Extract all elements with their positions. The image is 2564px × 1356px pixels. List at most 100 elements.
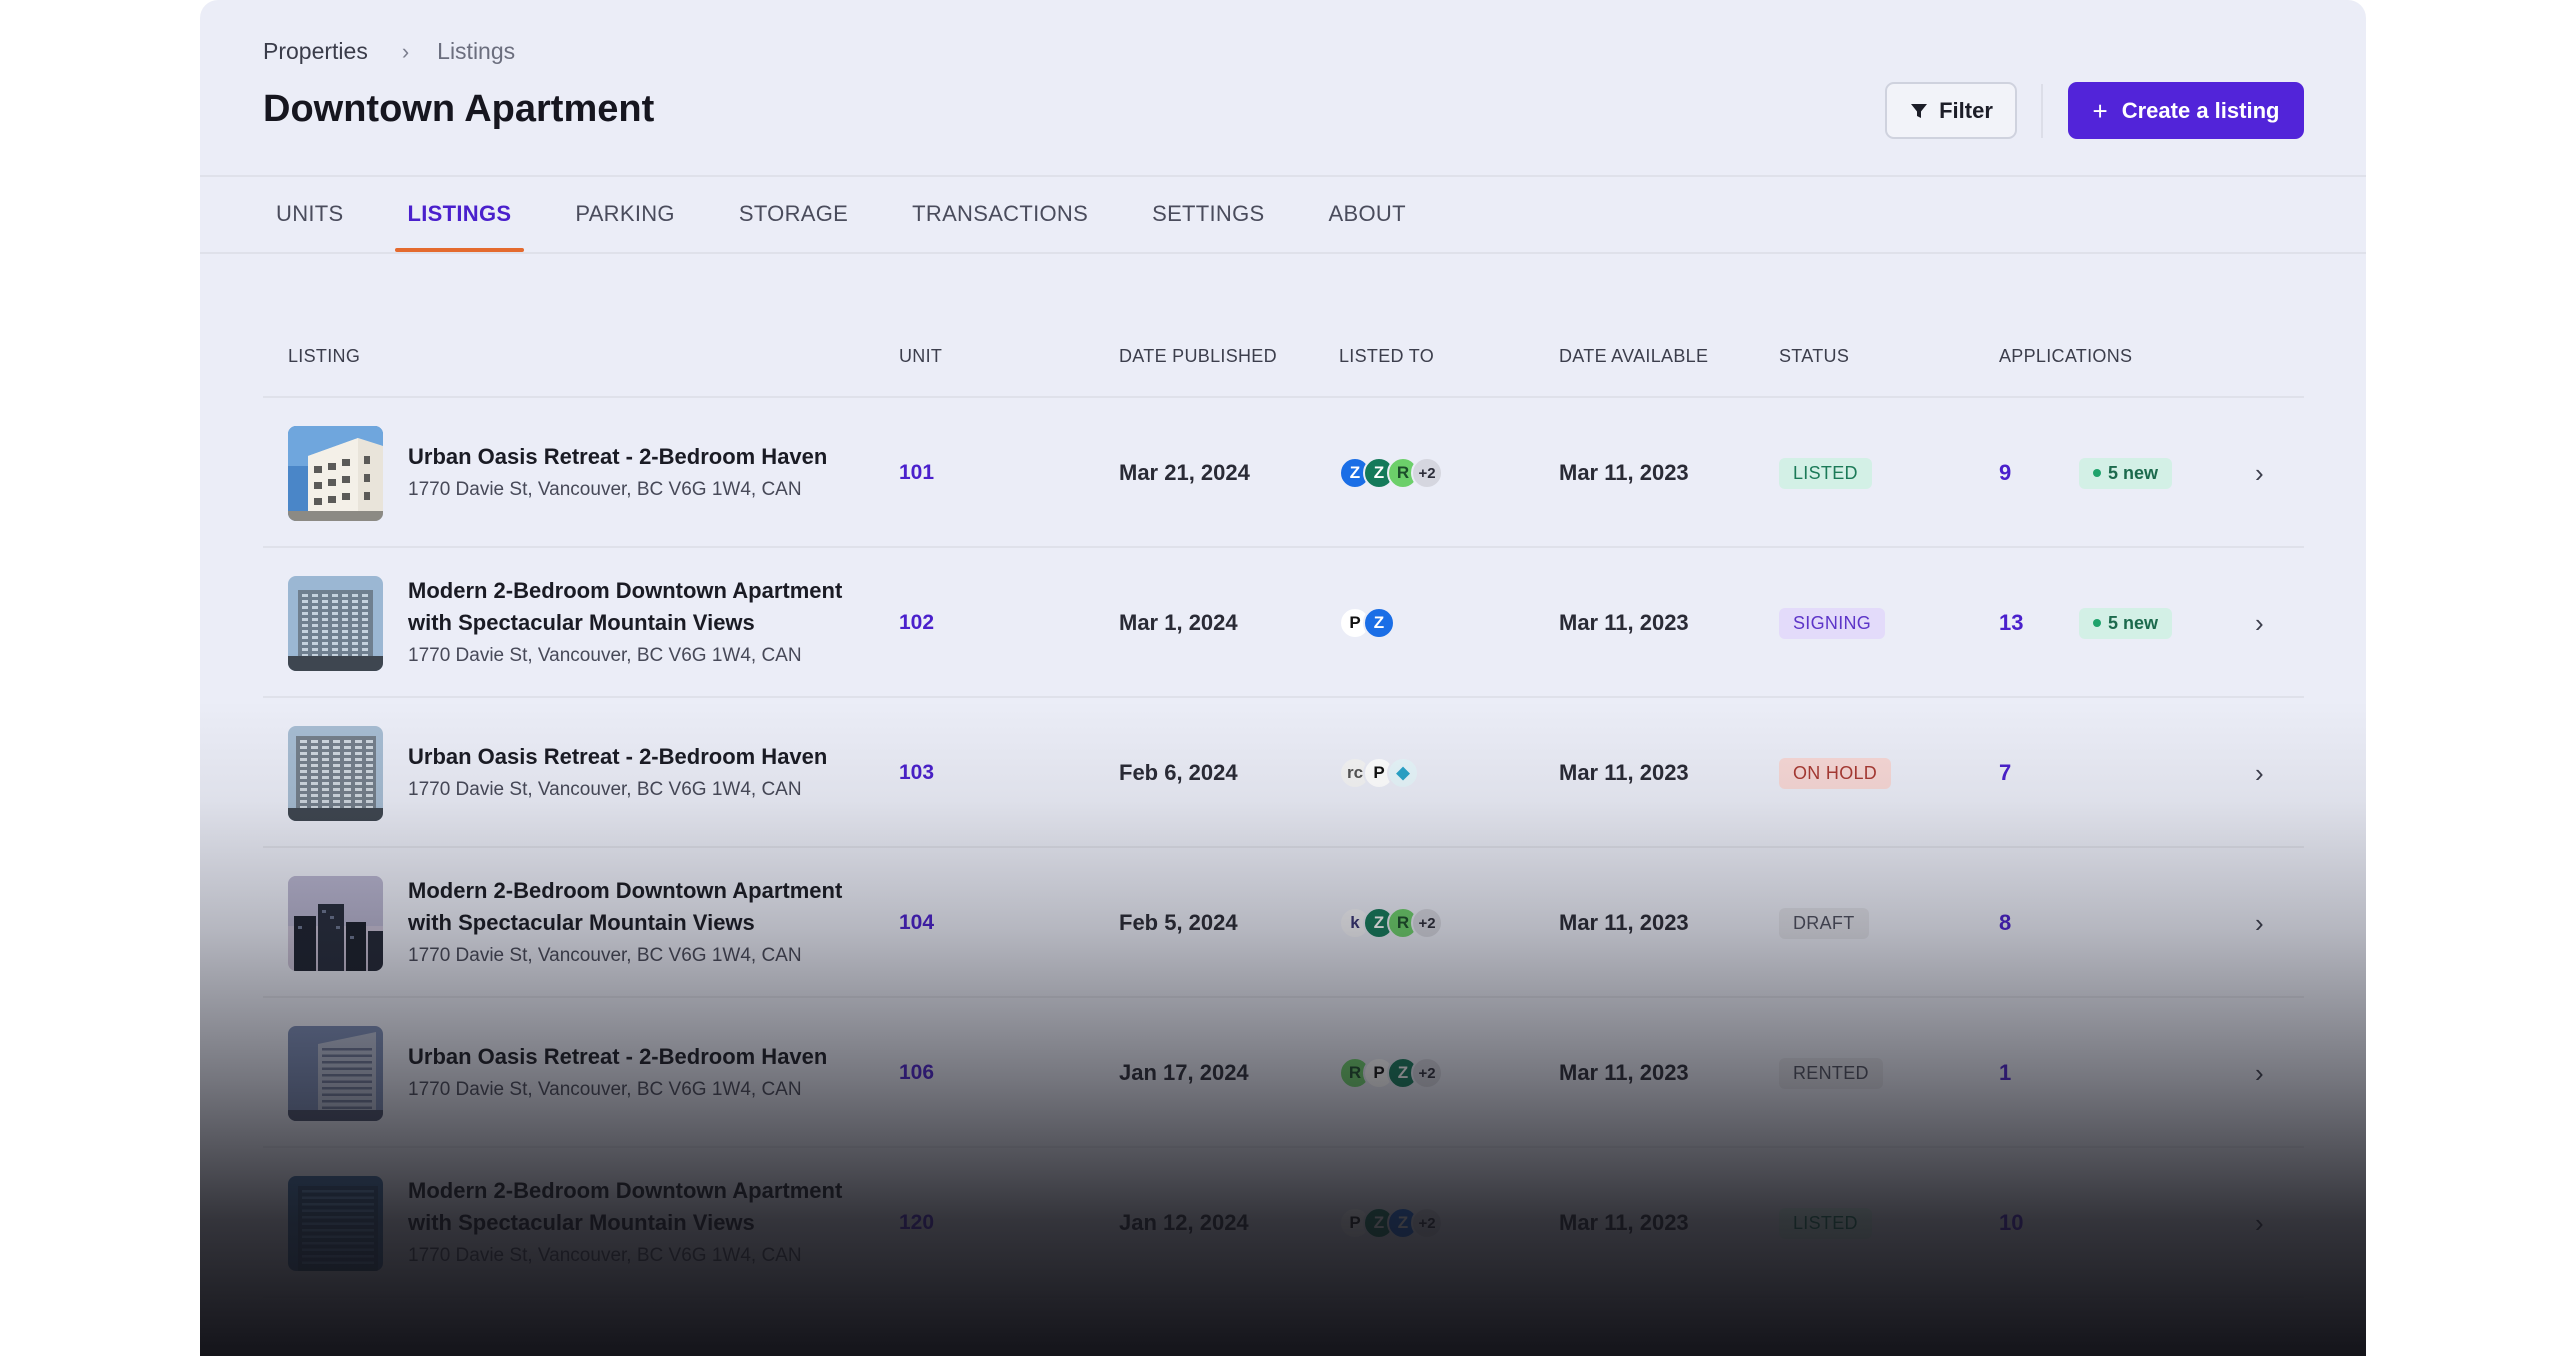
new-applications-badge: 5 new [2079,457,2173,489]
table-row[interactable]: Modern 2-Bedroom Downtown Apartment with… [263,848,2304,998]
tab-settings[interactable]: SETTINGS [1139,176,1277,252]
tab-parking[interactable]: PARKING [562,176,688,252]
column-header-status: STATUS [1779,346,1850,366]
tab-transactions[interactable]: TRANSACTIONS [899,176,1101,252]
date-available: Mar 11, 2023 [1559,460,1689,485]
breadcrumb: Properties › Listings [263,38,515,65]
filter-icon [1911,103,1928,118]
table-row[interactable]: Urban Oasis Retreat - 2-Bedroom Haven 17… [263,998,2304,1148]
tab-about[interactable]: ABOUT [1316,176,1419,252]
date-available: Mar 11, 2023 [1559,760,1689,785]
date-available: Mar 11, 2023 [1559,610,1689,635]
unit-number[interactable]: 101 [899,398,934,548]
table-row[interactable]: Modern 2-Bedroom Downtown Apartment with… [263,1148,2304,1298]
listing-address: 1770 Davie St, Vancouver, BC V6G 1W4, CA… [408,479,802,500]
filter-button[interactable]: Filter [1885,82,2017,139]
new-applications-label: 5 new [2108,462,2159,483]
more-platforms-count: +2 [1411,1207,1443,1239]
listing-address: 1770 Davie St, Vancouver, BC V6G 1W4, CA… [408,645,802,666]
column-header-unit: UNIT [899,346,943,366]
date-available: Mar 11, 2023 [1559,1060,1689,1085]
applications-count[interactable]: 7 [1999,698,2011,848]
table-row[interactable]: Urban Oasis Retreat - 2-Bedroom Haven 17… [263,398,2304,548]
more-platforms-count: +2 [1411,1057,1443,1089]
more-platforms-count: +2 [1411,907,1443,939]
unit-number[interactable]: 102 [899,548,934,698]
chevron-right-icon[interactable]: › [2255,1148,2264,1298]
column-header-listing: LISTING [288,346,361,366]
listed-to-platforms: P Z Z +2 [1339,1148,1459,1298]
listing-thumbnail [288,426,383,521]
tab-listings[interactable]: LISTINGS [394,176,525,252]
listing-address: 1770 Davie St, Vancouver, BC V6G 1W4, CA… [408,945,802,966]
tab-bar: UNITS LISTINGS PARKING STORAGE TRANSACTIONS S… [263,176,1457,252]
date-published: Jan 17, 2024 [1119,1060,1249,1085]
status-badge: RENTED [1779,1057,1883,1089]
more-platforms-count: +2 [1411,457,1443,489]
create-listing-button[interactable]: + Create a listing [2068,82,2304,139]
tab-units[interactable]: UNITS [263,176,357,252]
unit-number[interactable]: 106 [899,998,934,1148]
listed-to-platforms: Z Z R +2 [1339,398,1459,548]
breadcrumb-current: Listings [437,38,516,64]
listing-address: 1770 Davie St, Vancouver, BC V6G 1W4, CA… [408,1245,802,1266]
listed-to-platforms: k Z R +2 [1339,848,1459,998]
listing-address: 1770 Davie St, Vancouver, BC V6G 1W4, CA… [408,779,802,800]
date-published: Mar 1, 2024 [1119,610,1238,635]
date-published: Jan 12, 2024 [1119,1210,1249,1235]
chevron-right-icon[interactable]: › [2255,698,2264,848]
zillow-logo: Z [1363,607,1395,639]
date-available: Mar 11, 2023 [1559,910,1689,935]
plus-icon: + [2092,95,2108,126]
table-row[interactable]: Modern 2-Bedroom Downtown Apartment with… [263,548,2304,698]
listing-title[interactable]: Urban Oasis Retreat - 2-Bedroom Haven [408,441,878,473]
applications-count[interactable]: 10 [1999,1148,2023,1298]
chevron-right-icon[interactable]: › [2255,848,2264,998]
applications-count[interactable]: 9 [1999,398,2011,548]
listed-to-platforms: R P Z +2 [1339,998,1459,1148]
listing-title[interactable]: Modern 2-Bedroom Downtown Apartment with… [408,875,878,939]
listing-title[interactable]: Urban Oasis Retreat - 2-Bedroom Haven [408,1041,878,1073]
date-published: Feb 6, 2024 [1119,760,1238,785]
table-header: LISTING UNIT DATE PUBLISHED LISTED TO DA… [263,330,2304,398]
chevron-right-icon[interactable]: › [2255,398,2264,548]
applications-count[interactable]: 8 [1999,848,2011,998]
date-published: Feb 5, 2024 [1119,910,1238,935]
filter-button-label: Filter [1939,97,1993,123]
applications-count[interactable]: 13 [1999,548,2023,698]
chevron-right-icon[interactable]: › [2255,998,2264,1148]
column-header-date-available: DATE AVAILABLE [1559,346,1709,366]
listing-thumbnail [288,1176,383,1271]
listing-thumbnail [288,576,383,671]
date-published: Mar 21, 2024 [1119,460,1250,485]
new-applications-badge: 5 new [2079,607,2173,639]
listing-thumbnail [288,876,383,971]
listing-title[interactable]: Modern 2-Bedroom Downtown Apartment with… [408,1175,878,1239]
divider [2041,84,2043,138]
unit-number[interactable]: 120 [899,1148,934,1298]
listing-title[interactable]: Urban Oasis Retreat - 2-Bedroom Haven [408,741,878,773]
listed-to-platforms: rc P ◆ [1339,698,1459,848]
applications-count[interactable]: 1 [1999,998,2011,1148]
unit-number[interactable]: 104 [899,848,934,998]
status-badge: SIGNING [1779,607,1886,639]
listing-thumbnail [288,726,383,821]
status-badge: DRAFT [1779,907,1869,939]
status-badge: LISTED [1779,1207,1872,1239]
unit-number[interactable]: 103 [899,698,934,848]
listing-title[interactable]: Modern 2-Bedroom Downtown Apartment with… [408,575,878,639]
breadcrumb-properties-link[interactable]: Properties [263,38,368,65]
page-title: Downtown Apartment [263,88,655,130]
column-header-applications: APPLICATIONS [1999,346,2133,366]
listed-to-platforms: PZ [1339,548,1459,698]
tab-storage[interactable]: STORAGE [726,176,861,252]
status-badge: LISTED [1779,457,1872,489]
listing-thumbnail [288,1026,383,1121]
status-badge: ON HOLD [1779,757,1892,789]
status-dot-icon [2093,619,2101,627]
listing-address: 1770 Davie St, Vancouver, BC V6G 1W4, CA… [408,1079,802,1100]
liv-logo: ◆ [1387,757,1419,789]
table-row[interactable]: Urban Oasis Retreat - 2-Bedroom Haven 17… [263,698,2304,848]
date-available: Mar 11, 2023 [1559,1210,1689,1235]
chevron-right-icon[interactable]: › [2255,548,2264,698]
